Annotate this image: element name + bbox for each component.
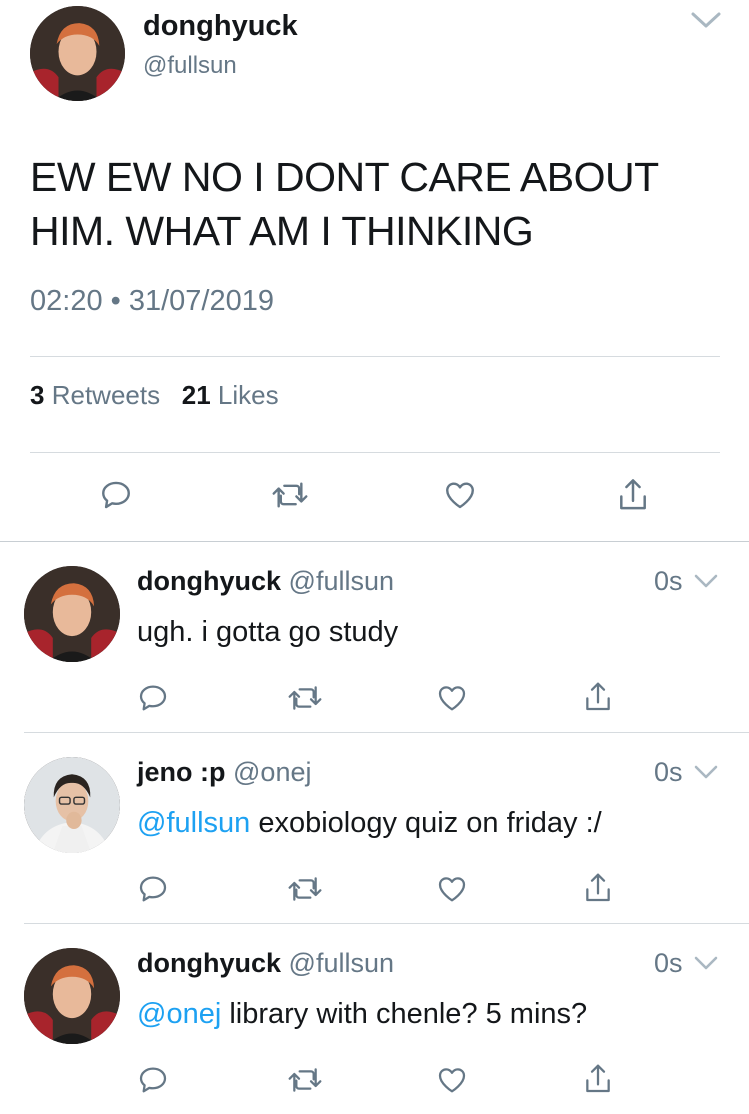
reply-tweet[interactable]: donghyuck @fullsun 0s @onej library with… <box>0 924 749 1114</box>
share-icon[interactable] <box>582 1061 614 1097</box>
mention-link[interactable]: @fullsun <box>137 807 250 839</box>
chevron-down-icon[interactable] <box>690 10 722 30</box>
likes-count[interactable]: 21 <box>182 380 211 410</box>
avatar-photo <box>24 757 120 853</box>
retweet-icon[interactable] <box>270 478 310 512</box>
reply-body-text: library with chenle? 5 mins? <box>221 998 588 1030</box>
reply-text: @fullsun exobiology quiz on friday :/ <box>137 807 602 840</box>
reply-header: donghyuck @fullsun <box>137 566 394 597</box>
retweets-label[interactable]: Retweets <box>52 380 160 410</box>
author-handle[interactable]: @fullsun <box>143 52 237 80</box>
avatar[interactable] <box>30 6 125 101</box>
avatar[interactable] <box>24 566 120 662</box>
author-name[interactable]: jeno :p <box>137 757 226 787</box>
avatar[interactable] <box>24 757 120 853</box>
tweet-stats: 3 Retweets 21 Likes <box>30 380 279 411</box>
reply-text: @onej library with chenle? 5 mins? <box>137 998 587 1031</box>
author-handle[interactable]: @fullsun <box>289 566 394 596</box>
reply-time: 0s <box>654 757 683 787</box>
author-name[interactable]: donghyuck <box>143 10 298 43</box>
author-name[interactable]: donghyuck <box>137 948 281 978</box>
reply-time: 0s <box>654 566 683 596</box>
divider <box>30 356 720 357</box>
avatar-photo <box>30 6 125 101</box>
reply-body-text: exobiology quiz on friday :/ <box>250 807 602 839</box>
divider <box>30 452 720 453</box>
chevron-down-icon[interactable] <box>693 955 719 972</box>
reply-icon[interactable] <box>99 478 133 512</box>
reply-header: donghyuck @fullsun <box>137 948 394 979</box>
tweet-text: EW EW NO I DONT CARE ABOUT HIM. WHAT AM … <box>30 154 658 254</box>
chevron-down-icon[interactable] <box>693 573 719 590</box>
retweet-icon[interactable] <box>286 1064 324 1096</box>
reply-body-text: ugh. i gotta go study <box>137 616 399 648</box>
likes-label[interactable]: Likes <box>218 380 279 410</box>
reply-icon[interactable] <box>137 1064 169 1096</box>
reply-icon[interactable] <box>137 682 169 714</box>
reply-text: ugh. i gotta go study <box>137 616 398 649</box>
reply-icon[interactable] <box>137 873 169 905</box>
author-handle[interactable]: @fullsun <box>289 948 394 978</box>
like-icon[interactable] <box>435 873 469 905</box>
retweet-icon[interactable] <box>286 682 324 714</box>
reply-header: jeno :p @onej <box>137 757 311 788</box>
author-name[interactable]: donghyuck <box>137 566 281 596</box>
tweet-timestamp: 02:20 • 31/07/2019 <box>30 285 274 317</box>
avatar[interactable] <box>24 948 120 1044</box>
avatar-photo <box>24 948 120 1044</box>
author-handle[interactable]: @onej <box>233 757 311 787</box>
like-icon[interactable] <box>442 478 478 512</box>
like-icon[interactable] <box>435 682 469 714</box>
avatar-photo <box>24 566 120 662</box>
share-icon[interactable] <box>582 870 614 906</box>
chevron-down-icon[interactable] <box>693 764 719 781</box>
retweets-count[interactable]: 3 <box>30 380 44 410</box>
reply-tweet[interactable]: jeno :p @onej 0s @fullsun exobiology qui… <box>0 733 749 923</box>
reply-time: 0s <box>654 948 683 978</box>
main-tweet: donghyuck @fullsun EW EW NO I DONT CARE … <box>0 0 749 541</box>
share-icon[interactable] <box>582 679 614 715</box>
retweet-icon[interactable] <box>286 873 324 905</box>
reply-tweet[interactable]: donghyuck @fullsun 0s ugh. i gotta go st… <box>0 542 749 732</box>
share-icon[interactable] <box>615 476 651 514</box>
mention-link[interactable]: @onej <box>137 998 221 1030</box>
like-icon[interactable] <box>435 1064 469 1096</box>
